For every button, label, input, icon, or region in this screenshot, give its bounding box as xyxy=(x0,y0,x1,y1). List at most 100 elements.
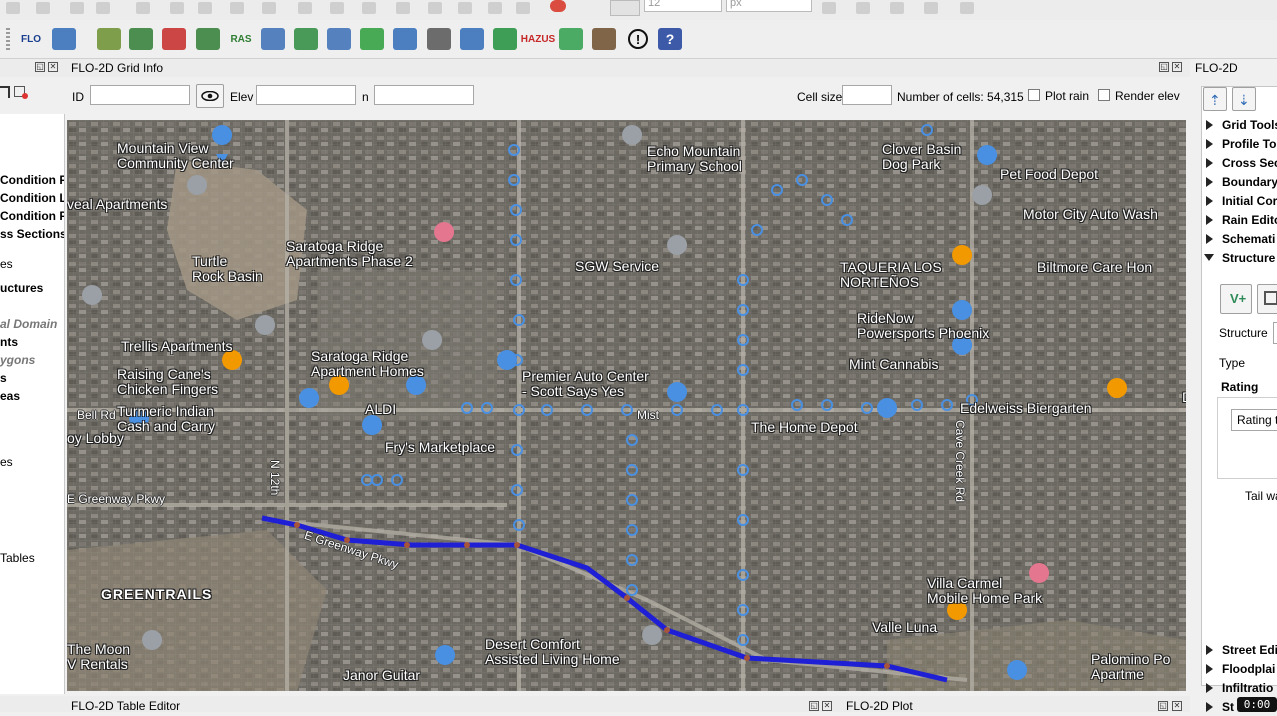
close-icon[interactable]: ✕ xyxy=(822,701,832,711)
layer-item[interactable]: es xyxy=(0,257,13,271)
levee-button[interactable] xyxy=(359,26,385,52)
chart-grid-button[interactable] xyxy=(459,26,485,52)
profile-button[interactable] xyxy=(293,26,319,52)
eye-button[interactable] xyxy=(196,84,224,108)
ghost-icon xyxy=(36,2,50,14)
trellis-label: Trellis Apartments xyxy=(121,338,233,354)
table-editor-title: FLO-2D Table Editor xyxy=(71,699,181,713)
font-size-value: 12 xyxy=(648,0,661,9)
close-icon[interactable]: ✕ xyxy=(48,62,58,72)
float-icon[interactable]: ◱ xyxy=(1159,62,1169,72)
export-gds-button[interactable] xyxy=(128,26,154,52)
cell-size-input[interactable] xyxy=(842,85,892,105)
help-button[interactable]: ? xyxy=(657,26,683,52)
tree-item-rain-edito[interactable]: Rain Edito xyxy=(1222,213,1277,227)
tree-item-initial-cor[interactable]: Initial Cor xyxy=(1222,194,1277,208)
tree-item-cross-sec[interactable]: Cross Sec xyxy=(1222,156,1277,170)
house-button[interactable] xyxy=(591,26,617,52)
rating-label: Rating xyxy=(1221,380,1259,394)
tree-item-schemati[interactable]: Schemati xyxy=(1222,232,1275,246)
grid-table-button[interactable] xyxy=(260,26,286,52)
import-gds-button[interactable] xyxy=(96,26,122,52)
expand-arrow-icon[interactable] xyxy=(1206,120,1213,130)
record-icon[interactable] xyxy=(550,0,566,12)
layer-item[interactable]: ss Sections xyxy=(0,227,64,241)
render-elev-checkbox[interactable] xyxy=(1098,89,1110,101)
unit-dropdown[interactable]: px xyxy=(726,0,812,12)
ras-button[interactable]: RAS xyxy=(228,26,254,52)
expand-arrow-icon[interactable] xyxy=(1206,158,1213,168)
layer-item[interactable]: nts xyxy=(0,335,18,349)
expand-all-button[interactable]: ⇣ xyxy=(1232,87,1256,111)
tree-item-grid-tools[interactable]: Grid Tools xyxy=(1222,118,1277,132)
expand-arrow-icon[interactable] xyxy=(1206,702,1213,712)
expand-arrow-icon[interactable] xyxy=(1206,645,1213,655)
layer-item[interactable]: eas xyxy=(0,389,20,403)
grid-elevation-icon xyxy=(327,28,351,50)
flo2d-toolbar: FLO RAS HAZUS!? xyxy=(0,20,1277,59)
expand-arrow-icon[interactable] xyxy=(1206,177,1213,187)
color-swatch[interactable] xyxy=(610,0,640,16)
tree-item-boundary[interactable]: Boundary xyxy=(1222,175,1277,189)
layer-item[interactable]: Condition L xyxy=(0,191,64,205)
house-icon xyxy=(592,28,616,50)
layer-item[interactable]: ygons xyxy=(0,353,35,367)
rating-table-radio[interactable]: Rating ta xyxy=(1231,409,1277,431)
import-ras-button[interactable] xyxy=(161,26,187,52)
map-canvas[interactable]: Mountain View Community Center veal Apart… xyxy=(67,120,1186,691)
import-ras-geometry-button[interactable] xyxy=(195,26,221,52)
hazus-button[interactable]: HAZUS xyxy=(521,26,555,52)
collapse-all-button[interactable]: ⇡ xyxy=(1203,87,1227,111)
terrain-button[interactable] xyxy=(492,26,518,52)
import-ras-geometry-icon xyxy=(196,28,220,50)
tree-item-profile-to[interactable]: Profile To xyxy=(1222,137,1276,151)
float-icon[interactable]: ◱ xyxy=(1158,701,1168,711)
layer-item[interactable]: Condition F xyxy=(0,209,64,223)
plot-rain-checkbox[interactable] xyxy=(1028,89,1040,101)
channel-button[interactable] xyxy=(558,26,584,52)
grid-elevation-button[interactable] xyxy=(326,26,352,52)
expand-arrow-icon[interactable] xyxy=(1206,139,1213,149)
du-label: Du xyxy=(1182,390,1186,405)
layer-item[interactable]: s xyxy=(0,371,7,385)
help-book-button[interactable] xyxy=(392,26,418,52)
the-moon-label: The Moon V Rentals xyxy=(67,641,131,672)
tree-item-floodplai[interactable]: Floodplai xyxy=(1222,662,1275,676)
font-size-spinbox[interactable]: 12 xyxy=(644,0,722,12)
flo2d-grid-button[interactable] xyxy=(51,26,77,52)
ghost-icon xyxy=(262,2,276,14)
edelweiss-label: Edelweiss Biergarten xyxy=(960,400,1092,416)
save-structure-button[interactable] xyxy=(1257,284,1277,314)
delete-feature-icon[interactable] xyxy=(14,86,28,99)
layer-item[interactable]: al Domain xyxy=(0,317,57,331)
warning-button[interactable]: ! xyxy=(625,26,651,52)
expand-arrow-icon[interactable] xyxy=(1206,683,1213,693)
flo-button[interactable]: FLO xyxy=(18,26,44,52)
expand-arrow-icon[interactable] xyxy=(1206,196,1213,206)
float-icon[interactable]: ◱ xyxy=(35,62,45,72)
layer-item[interactable]: uctures xyxy=(0,281,43,295)
edit-arrow-icon[interactable] xyxy=(0,86,10,98)
expand-arrow-icon[interactable] xyxy=(1206,664,1213,674)
layer-item[interactable]: es xyxy=(0,455,13,469)
saratoga-homes-label: Saratoga Ridge Apartment Homes xyxy=(311,348,424,379)
layer-item[interactable]: Tables xyxy=(0,551,35,565)
expand-arrow-icon[interactable] xyxy=(1206,234,1213,244)
structure-combo[interactable] xyxy=(1273,322,1277,344)
id-input[interactable] xyxy=(90,85,190,105)
tree-item-infiltratio[interactable]: Infiltratio xyxy=(1222,681,1273,695)
add-structure-button[interactable]: V+ xyxy=(1220,284,1252,314)
elev-input[interactable] xyxy=(256,85,356,105)
expand-arrow-icon[interactable] xyxy=(1206,215,1213,225)
n-input[interactable] xyxy=(374,85,474,105)
layer-item[interactable]: Condition F xyxy=(0,173,64,187)
database-button[interactable] xyxy=(426,26,452,52)
toolbar-grip[interactable] xyxy=(6,28,10,50)
close-icon[interactable]: ✕ xyxy=(1172,701,1182,711)
tree-item-structure[interactable]: Structure xyxy=(1222,251,1275,265)
tree-item-street-edi[interactable]: Street Edi xyxy=(1222,643,1277,657)
close-icon[interactable]: ✕ xyxy=(1172,62,1182,72)
greentrails-label: GREENTRAILS xyxy=(101,586,213,602)
expand-icon: ⇣ xyxy=(1238,92,1250,108)
float-icon[interactable]: ◱ xyxy=(809,701,819,711)
